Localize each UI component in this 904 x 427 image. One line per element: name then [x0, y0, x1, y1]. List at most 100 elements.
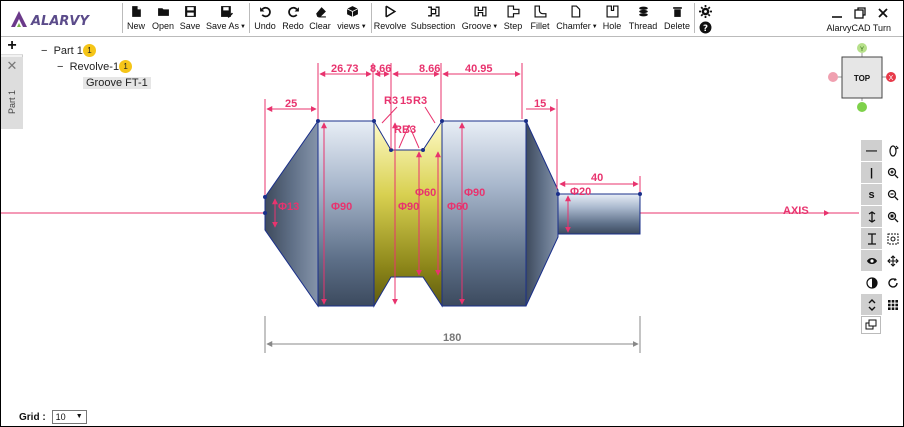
trash-icon: [672, 7, 682, 17]
radius-r3-left[interactable]: R3: [384, 95, 398, 107]
rotate-y-icon[interactable]: [882, 140, 903, 161]
thread-icon: [638, 6, 648, 17]
help-icon: ?: [699, 21, 711, 34]
alarvy-logo: ALARVY: [11, 11, 90, 29]
new-button[interactable]: New: [125, 3, 147, 34]
dia-13[interactable]: Φ13: [278, 201, 299, 213]
svg-text:X: X: [889, 75, 894, 82]
pan-icon[interactable]: [882, 250, 903, 271]
grid-label: Grid :: [19, 411, 46, 423]
radius-15[interactable]: 15: [400, 95, 412, 107]
undo-button[interactable]: Undo: [253, 3, 277, 34]
zoom-in-icon[interactable]: [882, 162, 903, 183]
dia-20[interactable]: Φ20: [570, 186, 591, 198]
left-cone[interactable]: [264, 119, 319, 308]
dia-60-a[interactable]: Φ60: [415, 187, 436, 199]
minimize-icon[interactable]: [830, 6, 844, 20]
dimension-tool-icon[interactable]: [861, 228, 882, 249]
gear-icon: [698, 5, 712, 18]
small-shaft[interactable]: [557, 193, 641, 235]
radius-r3-right[interactable]: R3: [413, 95, 427, 107]
view-tools-panel: — | s: [861, 140, 903, 334]
axis-label: AXIS: [783, 205, 809, 217]
restore-icon[interactable]: [853, 6, 867, 20]
vertical-arrows-icon[interactable]: [861, 206, 882, 227]
zoom-fit-icon[interactable]: [882, 206, 903, 227]
fillet-button[interactable]: Fillet: [528, 3, 552, 34]
open-button[interactable]: Open: [151, 3, 175, 34]
toolbar-separator: [122, 3, 123, 33]
view-face-label: TOP: [854, 74, 871, 83]
dim-26-73[interactable]: 26.73: [331, 63, 359, 75]
chevron-down-icon: ▼: [591, 24, 598, 30]
app-brand: AlarvyCAD Turn: [826, 23, 891, 33]
redo-button[interactable]: Redo: [281, 3, 305, 34]
views-button[interactable]: views▼: [336, 3, 368, 34]
fillet-icon: [533, 5, 547, 18]
delete-button[interactable]: Delete: [663, 3, 691, 34]
dim-40[interactable]: 40: [591, 172, 603, 184]
svg-text:?: ?: [702, 24, 707, 34]
x-axis-neg-handle[interactable]: [828, 72, 838, 82]
left-cylinder[interactable]: [317, 120, 375, 307]
dim-40-95[interactable]: 40.95: [465, 63, 493, 75]
grid-control: Grid : 10 ▼: [19, 410, 87, 424]
toolbar-separator: [371, 3, 372, 33]
view-cube[interactable]: Y X TOP: [823, 41, 903, 117]
eye-icon[interactable]: [861, 250, 882, 271]
grid-icon[interactable]: [882, 294, 903, 315]
dim-180[interactable]: 180: [443, 332, 461, 344]
eraser-icon: [315, 7, 326, 18]
zoom-out-icon[interactable]: [882, 184, 903, 205]
minus-button[interactable]: —: [861, 140, 882, 161]
grid-select[interactable]: 10 ▼: [51, 410, 87, 424]
dim-25[interactable]: 25: [285, 98, 297, 110]
thread-button[interactable]: Thread: [628, 3, 658, 34]
app-window: ALARVY New Open Save Save As▼ Undo Redo: [0, 0, 904, 427]
revolve-button[interactable]: Revolve: [374, 3, 406, 34]
dim-15[interactable]: 15: [534, 98, 546, 110]
chevron-down-icon: ▼: [360, 24, 367, 30]
rotate-icon[interactable]: [882, 272, 903, 293]
right-cylinder[interactable]: [441, 120, 527, 307]
dia-90-left[interactable]: Φ90: [331, 201, 352, 213]
groove-section[interactable]: [373, 119, 443, 308]
step-button[interactable]: Step: [503, 3, 523, 34]
drawing-canvas[interactable]: AXIS 26.73 8.66 8.66 40.95 25 15 40 R3 1…: [1, 37, 903, 427]
dim-8-66-b[interactable]: 8.66: [419, 63, 440, 75]
folder-open-icon: [157, 8, 169, 16]
hole-button[interactable]: Hole: [602, 3, 622, 34]
line-tool-button[interactable]: |: [861, 162, 882, 183]
expand-vertical-icon[interactable]: [861, 294, 882, 315]
close-icon[interactable]: [876, 6, 890, 20]
toolbar-separator: [249, 3, 250, 33]
dia-90-right[interactable]: Φ90: [464, 187, 485, 199]
hole-icon: [605, 5, 619, 18]
svg-text:Y: Y: [860, 47, 864, 53]
clear-button[interactable]: Clear: [308, 3, 332, 34]
subsection-button[interactable]: Subsection: [411, 3, 455, 34]
main-toolbar: ALARVY New Open Save Save As▼ Undo Redo: [1, 1, 903, 37]
svg-text:ALARVY: ALARVY: [30, 14, 90, 29]
dim-8-66-a[interactable]: 8.66: [370, 63, 391, 75]
save-as-button[interactable]: Save As▼: [205, 3, 247, 34]
contrast-icon[interactable]: [861, 272, 882, 293]
screenshot-icon[interactable]: [861, 316, 881, 334]
save-as-icon: [220, 6, 233, 18]
chevron-down-icon: ▼: [75, 413, 83, 420]
step-icon: [506, 5, 520, 18]
chamfer-button[interactable]: Chamfer▼: [556, 3, 598, 34]
save-button[interactable]: Save: [179, 3, 201, 34]
radius-rb[interactable]: RB: [394, 124, 410, 136]
zoom-window-icon[interactable]: [882, 228, 903, 249]
s-tool-button[interactable]: s: [861, 184, 882, 205]
radius-3-lower[interactable]: 3: [410, 124, 416, 136]
chamfer-icon: [570, 5, 580, 18]
dia-60-b[interactable]: Φ60: [447, 201, 468, 213]
groove-button[interactable]: Groove▼: [460, 3, 500, 34]
undo-icon: [259, 6, 271, 18]
dia-90-mid[interactable]: Φ90: [398, 201, 419, 213]
toolbar-separator: [694, 3, 695, 33]
right-cone[interactable]: [525, 120, 559, 307]
y-axis-neg-handle[interactable]: [857, 102, 867, 112]
